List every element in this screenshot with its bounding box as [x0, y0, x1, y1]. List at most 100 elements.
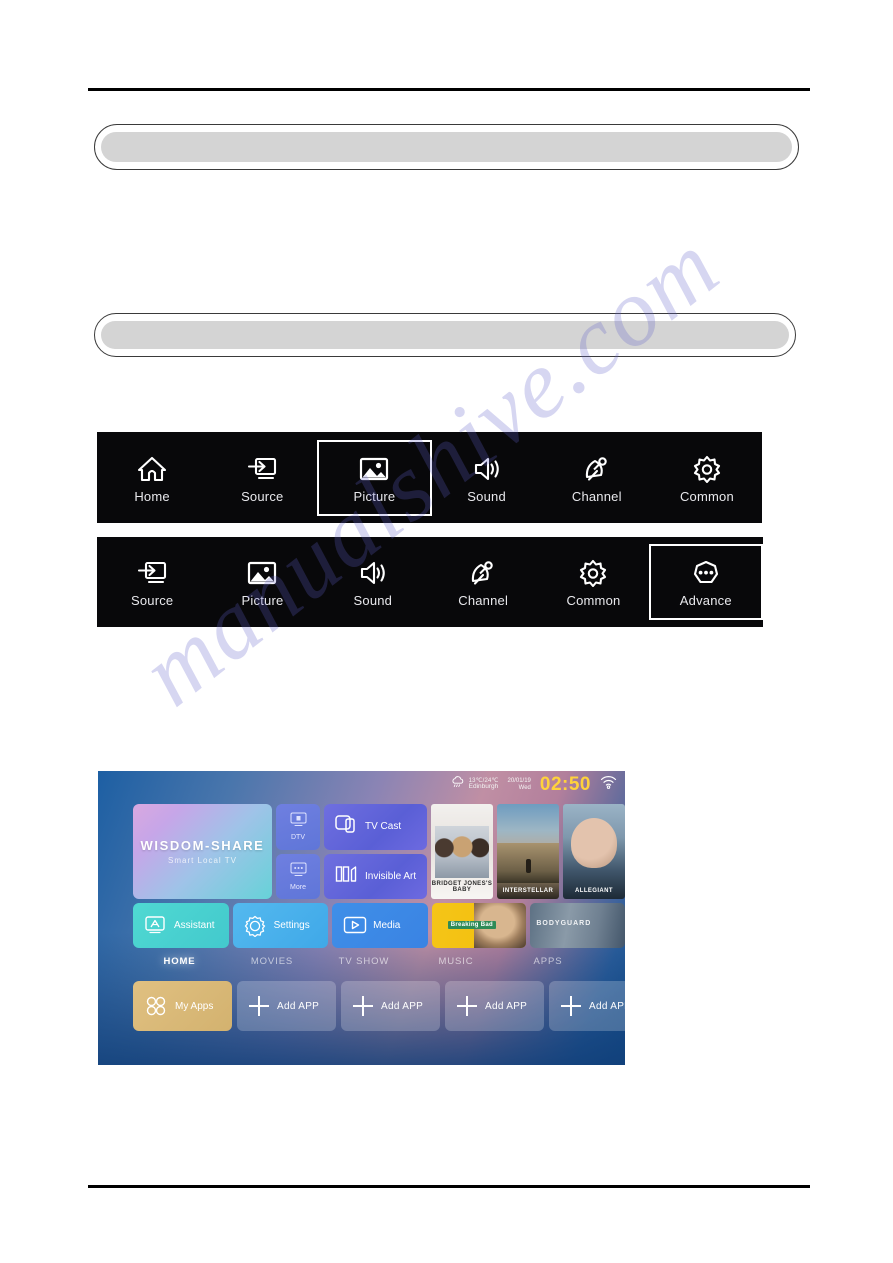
osd-item-label: Channel: [571, 488, 622, 504]
osd2-item-common[interactable]: Common: [538, 537, 648, 627]
osd-item-label: Home: [134, 488, 170, 504]
button-label: Add APP: [277, 1000, 320, 1012]
button-add-app-2[interactable]: Add APP: [341, 981, 440, 1031]
poster-allegiant[interactable]: ALLEGIANT: [563, 804, 625, 899]
date-widget: 20/01/19 Wed: [508, 778, 531, 791]
hero-subtitle: Smart Local TV: [168, 856, 237, 865]
mid-tile-column: TV Cast Invisible Art: [324, 804, 427, 899]
nav-tab-home[interactable]: HOME: [133, 956, 226, 967]
heading-bar-1: [94, 124, 799, 170]
osd-item-label: Channel: [458, 593, 509, 608]
weather-city: Edinburgh: [468, 783, 499, 791]
plus-icon: [457, 996, 477, 1016]
hero-tile-wisdom-share[interactable]: WISDOM-SHARE Smart Local TV: [133, 804, 272, 899]
nav-tab-music[interactable]: MUSIC: [410, 956, 502, 967]
tile-assistant[interactable]: Assistant: [133, 903, 229, 948]
osd2-item-sound[interactable]: Sound: [318, 537, 428, 627]
osd-item-label: Source: [241, 488, 284, 504]
poster-artwork: [571, 818, 617, 868]
osd2-item-source[interactable]: Source: [97, 537, 207, 627]
osd-item-sound[interactable]: Sound: [432, 432, 542, 523]
card-breaking-bad[interactable]: Breaking Bad: [431, 903, 527, 948]
gear-icon: [575, 557, 611, 589]
plus-icon: [353, 996, 373, 1016]
osd-item-label: Source: [130, 593, 174, 608]
tile-tv-cast[interactable]: TV Cast: [324, 804, 427, 850]
art-gallery-icon: [335, 864, 357, 889]
status-weekday: Wed: [518, 784, 531, 791]
rain-cloud-icon: [451, 775, 465, 794]
osd2-item-picture[interactable]: Picture: [207, 537, 317, 627]
tv-more-icon: [290, 862, 307, 882]
narrow-tile-column: DTV More: [276, 804, 320, 899]
tv-osd-menu-primary: Home Source Picture Sound Channel Common: [97, 432, 762, 523]
tile-label: Invisible Art: [365, 870, 417, 882]
osd-item-common[interactable]: Common: [652, 432, 762, 523]
manual-page: Home Source Picture Sound Channel Common…: [0, 0, 893, 1263]
osd-item-source[interactable]: Source: [207, 432, 317, 523]
plus-icon: [561, 996, 581, 1016]
source-icon: [134, 557, 170, 589]
poster-title: BRIDGET JONES'S BABY: [431, 881, 493, 893]
picture-icon: [244, 557, 280, 589]
poster-figure: [525, 859, 531, 873]
button-my-apps[interactable]: My Apps: [133, 981, 232, 1031]
source-icon: [244, 453, 280, 485]
heading-bar-2: [94, 313, 796, 357]
card-title: Breaking Bad: [447, 921, 496, 929]
button-add-app-3[interactable]: Add APP: [445, 981, 544, 1031]
speaker-icon: [469, 453, 505, 485]
osd-item-label: Common: [566, 593, 621, 608]
gear-icon: [244, 915, 266, 937]
tile-more[interactable]: More: [276, 853, 320, 899]
picture-icon: [356, 453, 392, 485]
nav-tab-movies[interactable]: MOVIES: [226, 956, 318, 967]
status-clock: 02:50: [539, 774, 591, 795]
wifi-icon: [600, 775, 617, 794]
nav-tab-apps[interactable]: APPS: [502, 956, 594, 967]
weather-widget: 13℃/24℃ Edinburgh: [451, 775, 499, 794]
satellite-icon: [579, 453, 615, 485]
plus-icon: [249, 996, 269, 1016]
speaker-icon: [355, 557, 391, 589]
tv-nav-tabs: HOME MOVIES TV SHOW MUSIC APPS: [133, 956, 594, 967]
poster-title: ALLEGIANT: [575, 888, 613, 894]
osd-item-label: Sound: [467, 488, 506, 504]
button-label: My Apps: [175, 1000, 214, 1012]
button-add-app-4[interactable]: Add APP: [549, 981, 625, 1031]
tile-settings[interactable]: Settings: [232, 903, 329, 948]
tv-tile-row-secondary: Assistant Settings Media Breaking Bad BO…: [133, 903, 625, 948]
tv-osd-menu-secondary: Source Picture Sound Channel Common Adva…: [97, 537, 763, 627]
hero-title: WISDOM-SHARE: [140, 838, 265, 853]
heading-bar-2-fill: [101, 321, 789, 349]
nav-tab-tv-show[interactable]: TV SHOW: [318, 956, 410, 967]
tv-app-row: My Apps Add APP Add APP Add APP Add APP: [133, 981, 625, 1031]
heading-bar-1-fill: [101, 132, 792, 162]
play-icon: [343, 915, 367, 937]
tile-invisible-art[interactable]: Invisible Art: [324, 853, 427, 899]
tv-status-bar: 13℃/24℃ Edinburgh 20/01/19 Wed 02:50: [451, 775, 617, 794]
cast-icon: [335, 814, 357, 839]
button-add-app-1[interactable]: Add APP: [237, 981, 336, 1031]
poster-interstellar[interactable]: INTERSTELLAR: [497, 804, 559, 899]
osd2-item-advance[interactable]: Advance: [648, 544, 763, 620]
poster-bridget-jones[interactable]: BRIDGET JONES'S BABY: [431, 804, 493, 899]
osd-item-home[interactable]: Home: [97, 432, 207, 523]
tv-home-screen: 13℃/24℃ Edinburgh 20/01/19 Wed 02:50 WIS…: [98, 771, 625, 1065]
osd-item-label: Picture: [241, 593, 284, 608]
tile-media[interactable]: Media: [332, 903, 428, 948]
osd-item-label: Sound: [353, 593, 393, 608]
watermark-overlay: manualshive.com: [0, 0, 893, 1263]
grid-apps-icon: [145, 995, 167, 1017]
poster-title: INTERSTELLAR: [502, 888, 554, 894]
osd-item-label: Picture: [353, 488, 396, 504]
button-label: Add APP: [485, 1000, 528, 1012]
card-bodyguard[interactable]: BODYGUARD: [530, 903, 625, 948]
button-label: Add APP: [381, 1000, 424, 1012]
ellipsis-hexagon-icon: [688, 557, 724, 589]
osd2-item-channel[interactable]: Channel: [428, 537, 538, 627]
header-rule: [88, 88, 810, 91]
tile-dtv[interactable]: DTV: [276, 804, 320, 850]
osd-item-picture[interactable]: Picture: [317, 439, 432, 516]
osd-item-channel[interactable]: Channel: [542, 432, 652, 523]
